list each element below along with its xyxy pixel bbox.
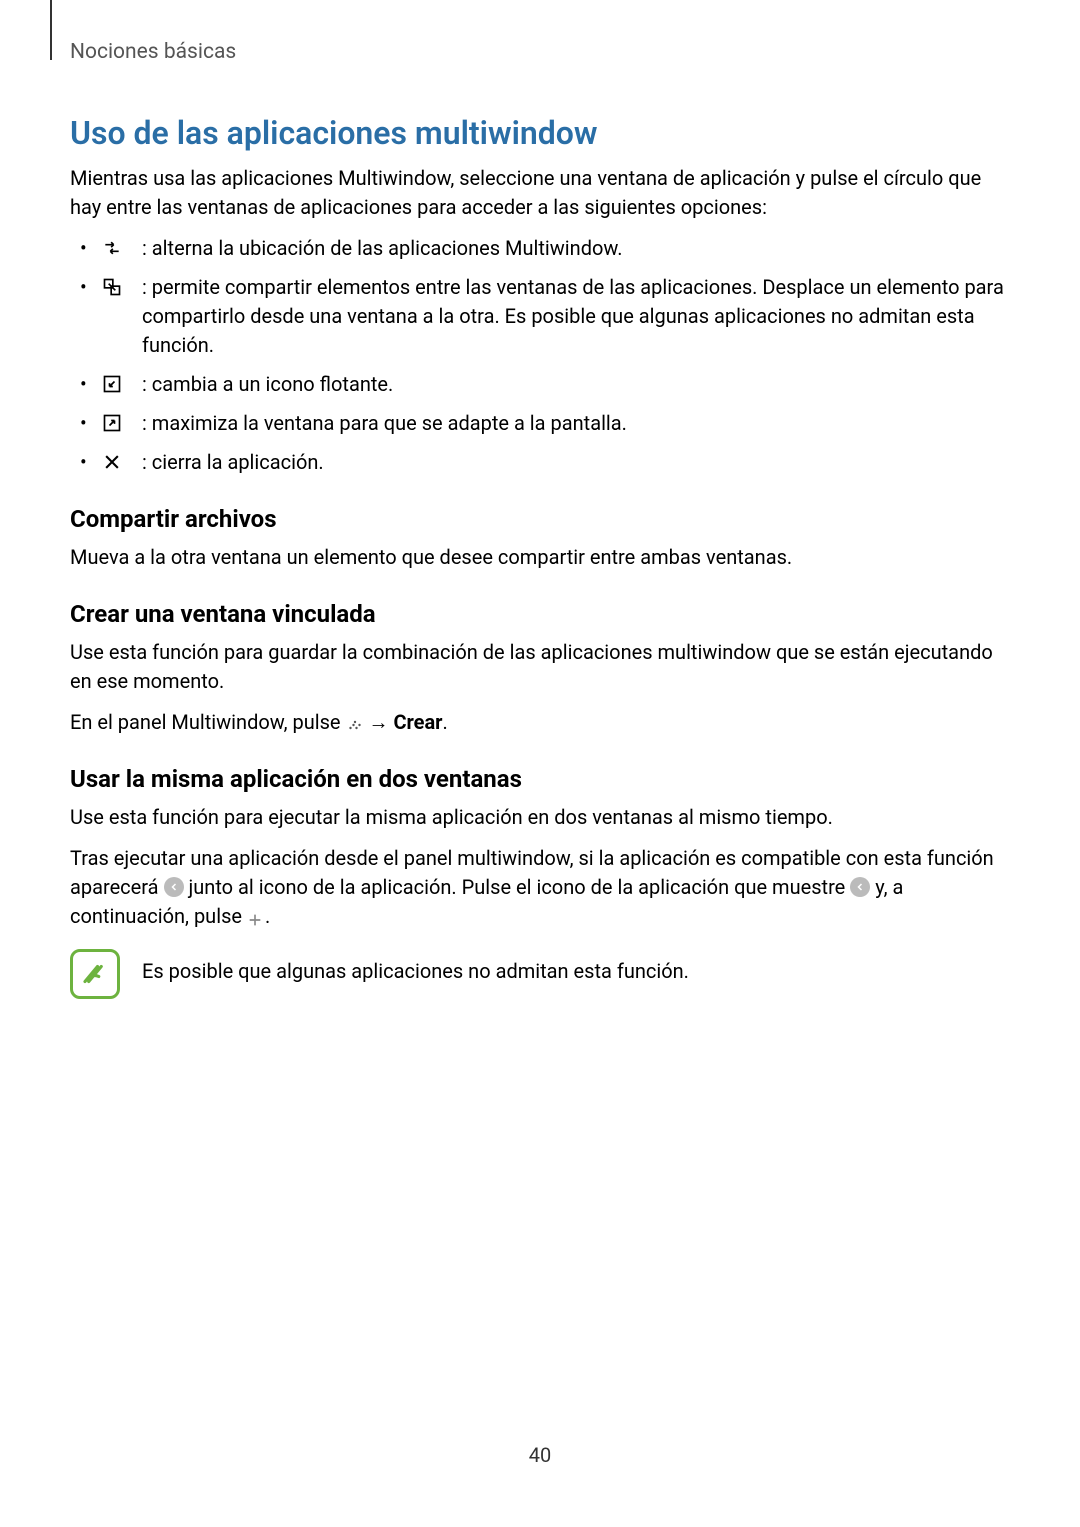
header-accent-line: [50, 0, 52, 60]
swap-icon: [102, 237, 122, 257]
menu-dots-icon: [346, 713, 364, 731]
option-float: : cambia a un icono flotante.: [98, 370, 1010, 399]
crear-label: Crear: [393, 710, 442, 734]
option-text: : alterna la ubicación de las aplicacion…: [142, 236, 622, 260]
share-heading: Compartir archivos: [70, 505, 1010, 533]
linked-instruction-pre: En el panel Multiwindow, pulse: [70, 710, 346, 734]
page-number: 40: [0, 1443, 1080, 1467]
linked-instruction: En el panel Multiwindow, pulse → Crear.: [70, 708, 1010, 737]
float-icon: [102, 373, 122, 393]
same-p2-b: junto al icono de la aplicación. Pulse e…: [188, 875, 850, 899]
same-p2-d: .: [265, 904, 270, 928]
plus-icon: [247, 907, 265, 925]
same-app-heading: Usar la misma aplicación en dos ventanas: [70, 765, 1010, 793]
option-maximize: : maximiza la ventana para que se adapte…: [98, 409, 1010, 438]
option-share-window: : permite compartir elementos entre las …: [98, 273, 1010, 360]
note-callout: Es posible que algunas aplicaciones no a…: [70, 949, 1010, 999]
option-close: : cierra la aplicación.: [98, 448, 1010, 477]
options-list: : alterna la ubicación de las aplicacion…: [70, 234, 1010, 477]
same-app-paragraph-1: Use esta función para ejecutar la misma …: [70, 803, 1010, 832]
option-text: : permite compartir elementos entre las …: [142, 275, 1004, 357]
linked-instruction-post: .: [443, 710, 448, 734]
linked-heading: Crear una ventana vinculada: [70, 600, 1010, 628]
option-text: : maximiza la ventana para que se adapte…: [142, 411, 627, 435]
page-content: Nociones básicas Uso de las aplicaciones…: [0, 0, 1080, 1039]
option-text: : cambia a un icono flotante.: [142, 372, 393, 396]
same-app-paragraph-2: Tras ejecutar una aplicación desde el pa…: [70, 844, 1010, 931]
intro-paragraph: Mientras usa las aplicaciones Multiwindo…: [70, 164, 1010, 222]
note-text: Es posible que algunas aplicaciones no a…: [142, 949, 689, 986]
section-title: Uso de las aplicaciones multiwindow: [70, 114, 1010, 152]
duplicate-badge-icon: [164, 877, 184, 897]
duplicate-badge-icon: [850, 877, 870, 897]
share-paragraph: Mueva a la otra ventana un elemento que …: [70, 543, 1010, 572]
close-icon: [102, 451, 122, 471]
maximize-icon: [102, 412, 122, 432]
linked-paragraph: Use esta función para guardar la combina…: [70, 638, 1010, 696]
breadcrumb: Nociones básicas: [70, 40, 1010, 64]
option-text: : cierra la aplicación.: [142, 450, 324, 474]
option-swap: : alterna la ubicación de las aplicacion…: [98, 234, 1010, 263]
note-icon: [70, 949, 120, 999]
arrow-text: →: [368, 710, 393, 734]
share-window-icon: [102, 276, 122, 296]
